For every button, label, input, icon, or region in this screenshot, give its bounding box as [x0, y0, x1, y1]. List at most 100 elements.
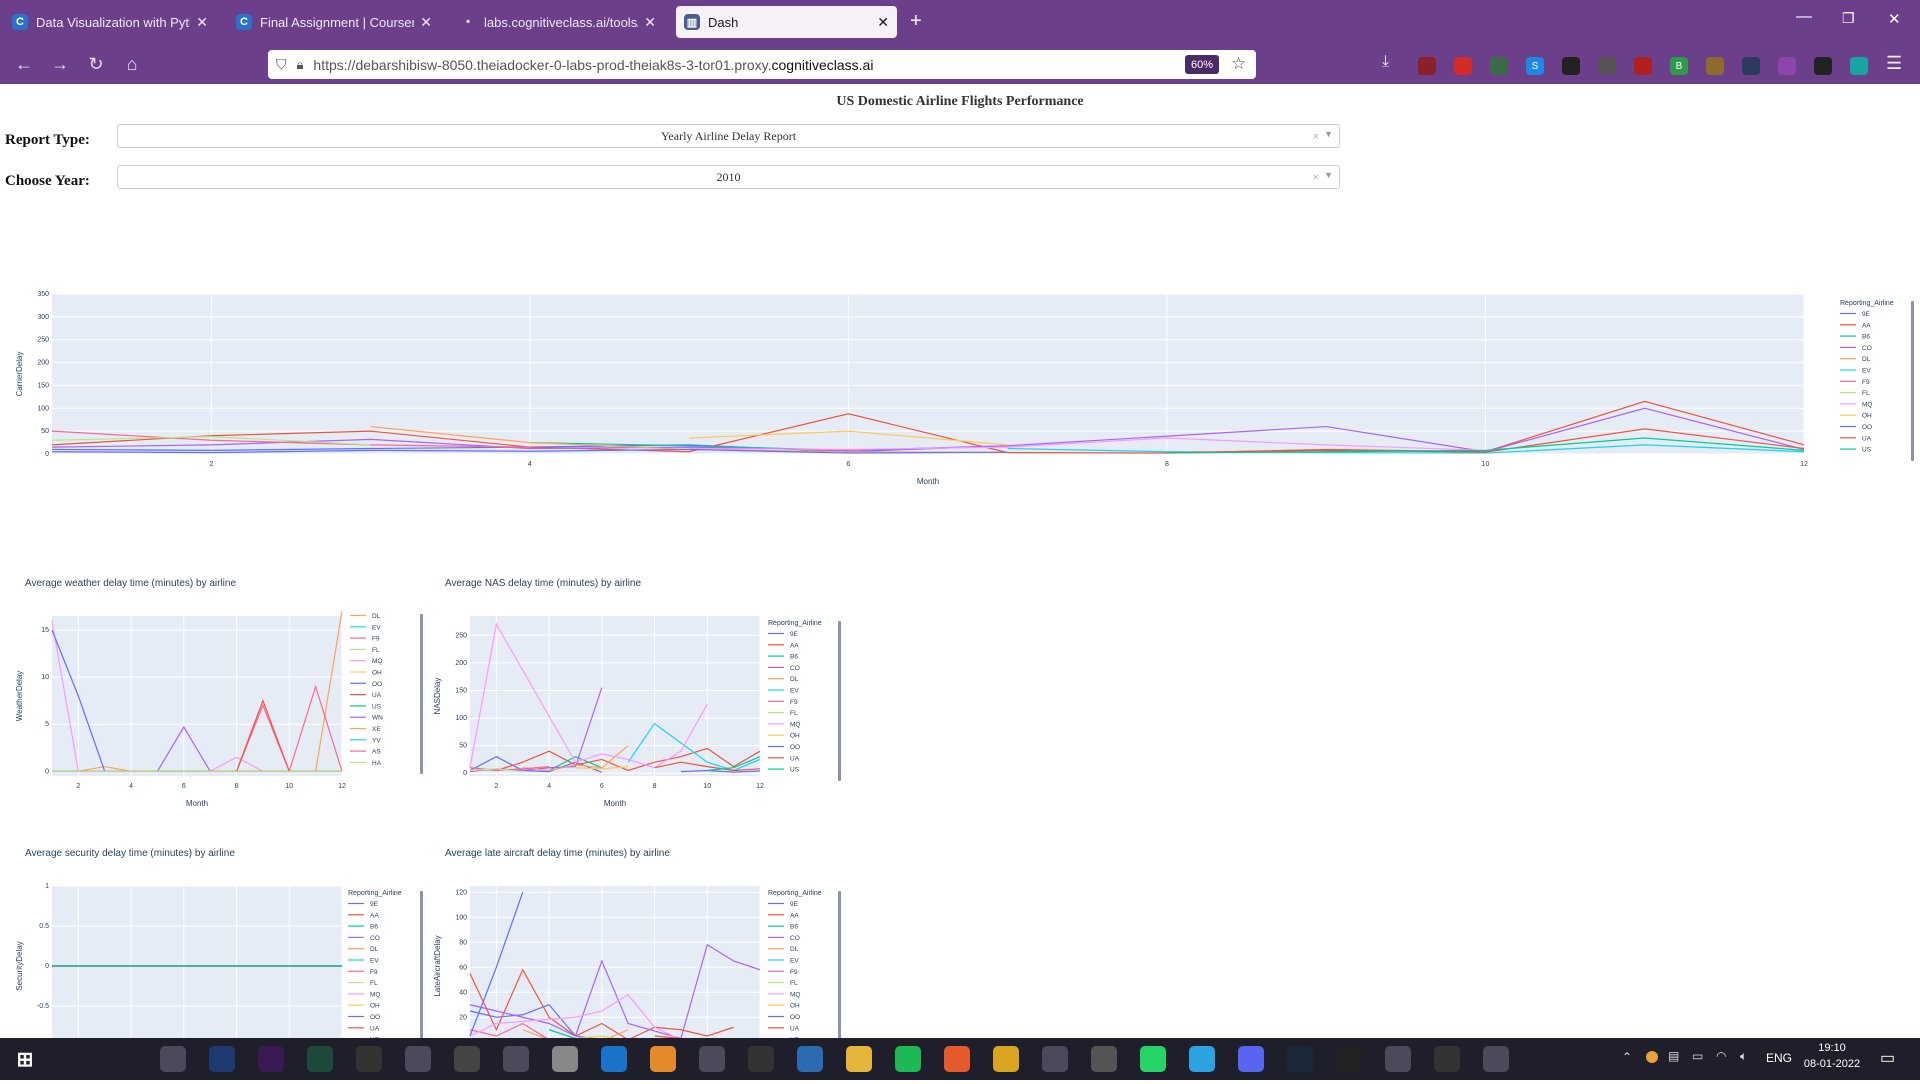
plot-area — [52, 616, 342, 776]
app-icon[interactable] — [1483, 1046, 1509, 1072]
window-close-button[interactable]: ✕ — [1888, 10, 1901, 28]
bookmark-star-icon[interactable]: ☆ — [1231, 54, 1246, 74]
extension-icon[interactable] — [1814, 57, 1832, 75]
clear-icon[interactable]: × — [1312, 129, 1319, 144]
clear-icon[interactable]: × — [1312, 170, 1319, 185]
new-tab-button[interactable]: + — [910, 10, 922, 33]
y-tick-label: 250 — [455, 632, 467, 639]
language-indicator[interactable]: ENG — [1766, 1051, 1792, 1065]
home-button[interactable]: ⌂ — [120, 52, 144, 76]
legend-item: 9E — [790, 901, 799, 908]
audition-icon[interactable] — [307, 1046, 333, 1072]
extension-icon[interactable] — [1418, 57, 1436, 75]
app-icon[interactable] — [503, 1046, 529, 1072]
tray-app-icon[interactable] — [1646, 1051, 1658, 1063]
y-tick-label: 5 — [45, 721, 49, 728]
year-dropdown[interactable]: 2010 × ▼ — [117, 165, 1340, 189]
discord-icon[interactable] — [1238, 1046, 1264, 1072]
chrome-icon[interactable] — [993, 1046, 1019, 1072]
terminal-icon[interactable] — [356, 1046, 382, 1072]
app-icon[interactable] — [1385, 1046, 1411, 1072]
chevron-down-icon[interactable]: ▼ — [1324, 170, 1333, 180]
extension-icon[interactable] — [1778, 57, 1796, 75]
year-value: 2010 — [716, 169, 741, 184]
legend-item: OO — [790, 1014, 800, 1021]
steam-icon[interactable] — [1287, 1046, 1313, 1072]
wifi-icon[interactable]: ◠ — [1716, 1049, 1726, 1063]
telegram-icon[interactable] — [1189, 1046, 1215, 1072]
extension-icon[interactable] — [1490, 57, 1508, 75]
y-tick-label: 200 — [455, 660, 467, 667]
whatsapp-icon[interactable] — [1140, 1046, 1166, 1072]
explorer-icon[interactable] — [846, 1046, 872, 1072]
extension-icon[interactable] — [1562, 57, 1580, 75]
app-icon[interactable] — [699, 1046, 725, 1072]
y-axis-label: LateAircraftDelay — [433, 935, 442, 996]
close-icon[interactable]: ✕ — [644, 14, 656, 31]
chevron-down-icon[interactable]: ▼ — [1324, 129, 1333, 139]
tab-final-assignment[interactable]: C Final Assignment | Coursera ✕ — [228, 6, 440, 38]
url-bar[interactable]: ⛉ 🔒︎ https://debarshibisw-8050.theiadock… — [268, 50, 1256, 79]
tray-chevron-icon[interactable]: ⌃ — [1622, 1050, 1632, 1064]
zoom-level[interactable]: 60% — [1185, 55, 1219, 74]
photoshop-icon[interactable] — [209, 1046, 235, 1072]
tab-dash[interactable]: ▥ Dash ✕ — [676, 6, 897, 38]
app-icon[interactable] — [405, 1046, 431, 1072]
reload-button[interactable]: ↻ — [84, 52, 108, 76]
lock-icon[interactable]: 🔒︎ — [297, 57, 304, 73]
late-aircraft-delay-chart: Average late aircraft delay time (minute… — [433, 848, 841, 1078]
database-icon[interactable] — [552, 1046, 578, 1072]
sublime-icon[interactable] — [650, 1046, 676, 1072]
extension-icon[interactable]: B — [1670, 57, 1688, 75]
notion-icon[interactable] — [748, 1046, 774, 1072]
battery-icon[interactable]: ▭ — [1692, 1049, 1703, 1063]
tab-labs[interactable]: • labs.cognitiveclass.ai/tools/the ✕ — [452, 6, 664, 38]
legend-item: OH — [370, 1003, 380, 1010]
ublock-icon[interactable] — [1634, 57, 1652, 75]
tray-network-icon[interactable]: ▤ — [1668, 1049, 1679, 1063]
notification-icon[interactable]: ▭ — [1880, 1048, 1895, 1068]
legend-item: OO — [370, 1014, 380, 1021]
obs-icon[interactable] — [1434, 1046, 1460, 1072]
github-icon[interactable] — [454, 1046, 480, 1072]
app-icon[interactable] — [160, 1046, 186, 1072]
clock[interactable]: 19:10 08-01-2022 — [1802, 1042, 1862, 1070]
close-icon[interactable]: ✕ — [877, 14, 889, 31]
legend-item: FL — [1862, 390, 1870, 397]
start-icon[interactable]: ⊞ — [12, 1046, 38, 1072]
vscode-icon[interactable] — [601, 1046, 627, 1072]
volume-icon[interactable]: 🔈︎ — [1740, 1049, 1747, 1064]
extension-icon[interactable] — [1706, 57, 1724, 75]
tab-data-visualization[interactable]: C Data Visualization with Python - ✕ — [4, 6, 216, 38]
legend-item: FL — [790, 980, 798, 987]
legend-item: F9 — [1862, 379, 1870, 386]
restore-button[interactable]: ❐ — [1842, 10, 1855, 27]
download-icon[interactable]: ⤓ — [1382, 53, 1389, 71]
shield-icon[interactable]: ⛉ — [276, 56, 287, 73]
epic-icon[interactable] — [1336, 1046, 1362, 1072]
forward-button[interactable]: → — [48, 52, 72, 76]
settings-icon[interactable] — [1091, 1046, 1117, 1072]
premiere-icon[interactable] — [258, 1046, 284, 1072]
back-button[interactable]: ← — [12, 52, 36, 76]
qbittorrent-icon[interactable] — [797, 1046, 823, 1072]
extension-icon[interactable] — [1850, 57, 1868, 75]
legend-item: WN — [372, 715, 383, 722]
close-icon[interactable]: ✕ — [420, 14, 432, 31]
extension-icon[interactable] — [1742, 57, 1760, 75]
minimize-button[interactable]: — — [1796, 8, 1812, 26]
menu-icon[interactable]: ☰ — [1886, 53, 1902, 74]
legend-item: FL — [370, 980, 378, 987]
extension-icon[interactable]: S — [1526, 57, 1544, 75]
firefox-icon[interactable] — [944, 1046, 970, 1072]
legend-item: B6 — [790, 924, 798, 931]
close-icon[interactable]: ✕ — [196, 14, 208, 31]
extension-icon[interactable] — [1454, 57, 1472, 75]
spotify-icon[interactable] — [895, 1046, 921, 1072]
y-tick-label: -0.5 — [37, 1003, 49, 1010]
legend-item: UA — [372, 692, 382, 699]
report-type-dropdown[interactable]: Yearly Airline Delay Report × ▼ — [117, 124, 1340, 148]
app-icon[interactable] — [1042, 1046, 1068, 1072]
extension-icon[interactable] — [1598, 57, 1616, 75]
legend-item: F9 — [372, 636, 380, 643]
